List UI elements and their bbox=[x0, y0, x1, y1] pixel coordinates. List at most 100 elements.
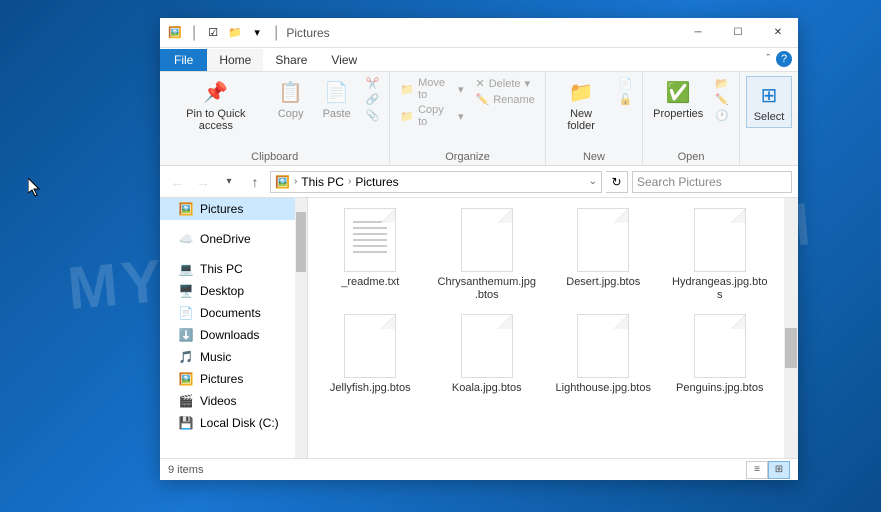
select-button[interactable]: ⊞ Select bbox=[746, 76, 792, 128]
pin-button[interactable]: 📌 Pin to Quick access bbox=[166, 76, 266, 134]
easy-access-button[interactable]: 🔓 bbox=[614, 92, 636, 107]
file-item[interactable]: Chrysanthemum.jpg.btos bbox=[433, 208, 542, 302]
recent-dropdown[interactable]: ▾ bbox=[218, 171, 240, 193]
forward-button[interactable]: → bbox=[192, 171, 214, 193]
delete-button[interactable]: ✕ Delete ▾ bbox=[472, 76, 539, 91]
up-button[interactable]: ↑ bbox=[244, 171, 266, 193]
nav-item[interactable]: 🖼️ Pictures bbox=[160, 198, 307, 220]
search-placeholder: Search Pictures bbox=[637, 175, 722, 189]
properties-button[interactable]: ✅ Properties bbox=[649, 76, 707, 122]
file-item[interactable]: _readme.txt bbox=[316, 208, 425, 302]
cut-button[interactable]: ✂️ bbox=[362, 76, 384, 91]
new-folder-icon: 📁 bbox=[565, 78, 597, 106]
copyto-icon: 📁 bbox=[400, 110, 414, 123]
file-name: Hydrangeas.jpg.btos bbox=[670, 276, 770, 302]
edit-icon: ✏️ bbox=[715, 93, 729, 106]
edit-button[interactable]: ✏️ bbox=[711, 92, 733, 107]
crumb-sep-icon: › bbox=[348, 176, 351, 187]
nav-item[interactable]: 💾 Local Disk (C:) bbox=[160, 412, 307, 434]
paste-label: Paste bbox=[323, 108, 351, 120]
file-icon bbox=[344, 314, 396, 378]
collapse-ribbon-icon[interactable]: ˆ bbox=[766, 53, 770, 65]
copy-path-button[interactable]: 🔗 bbox=[362, 92, 384, 107]
copy-button[interactable]: 📋 Copy bbox=[270, 76, 312, 122]
close-button[interactable]: ✕ bbox=[758, 18, 798, 48]
maximize-button[interactable]: ☐ bbox=[718, 18, 758, 48]
address-dropdown-icon[interactable]: ⌄ bbox=[589, 176, 597, 187]
nav-item[interactable]: 🎬Videos bbox=[160, 390, 307, 412]
delete-icon: ✕ bbox=[476, 77, 485, 90]
search-input[interactable]: Search Pictures bbox=[632, 171, 792, 193]
open-group-label: Open bbox=[649, 149, 733, 163]
paste-shortcut-button[interactable]: 📎 bbox=[362, 108, 384, 123]
file-name: Chrysanthemum.jpg.btos bbox=[437, 276, 537, 302]
copyto-button[interactable]: 📁 Copy to ▾ bbox=[396, 103, 467, 129]
ribbon-group-select: ⊞ Select bbox=[740, 72, 798, 165]
select-icon: ⊞ bbox=[753, 81, 785, 109]
file-name: Koala.jpg.btos bbox=[452, 382, 522, 395]
rename-label: Rename bbox=[493, 94, 535, 106]
ribbon: 📌 Pin to Quick access 📋 Copy 📄 Paste ✂️ … bbox=[160, 72, 798, 166]
help-icon[interactable]: ? bbox=[776, 51, 792, 67]
qat-dropdown-icon[interactable]: ▾ bbox=[248, 24, 266, 42]
tab-home[interactable]: Home bbox=[207, 49, 263, 71]
back-button[interactable]: ← bbox=[166, 171, 188, 193]
file-item[interactable]: Koala.jpg.btos bbox=[433, 314, 542, 395]
nav-item[interactable]: ⬇️Downloads bbox=[160, 324, 307, 346]
nav-item[interactable]: 🖼️Pictures bbox=[160, 368, 307, 390]
history-button[interactable]: 🕐 bbox=[711, 108, 733, 123]
file-item[interactable]: Penguins.jpg.btos bbox=[666, 314, 775, 395]
nav-item-label: Documents bbox=[200, 306, 261, 320]
properties-qat-icon[interactable]: ☑ bbox=[204, 24, 222, 42]
nav-item-icon: 💾 bbox=[178, 415, 194, 431]
file-scrollbar[interactable] bbox=[784, 198, 798, 458]
file-item[interactable]: Lighthouse.jpg.btos bbox=[549, 314, 658, 395]
moveto-button[interactable]: 📁 Move to ▾ bbox=[396, 76, 467, 102]
new-folder-button[interactable]: 📁 New folder bbox=[552, 76, 611, 134]
file-item[interactable]: Jellyfish.jpg.btos bbox=[316, 314, 425, 395]
nav-item[interactable]: 📄Documents bbox=[160, 302, 307, 324]
file-item[interactable]: Hydrangeas.jpg.btos bbox=[666, 208, 775, 302]
file-scrollbar-thumb[interactable] bbox=[785, 328, 797, 368]
details-view-button[interactable]: ≡ bbox=[746, 461, 768, 479]
open-button[interactable]: 📂 bbox=[711, 76, 733, 91]
ribbon-group-open: ✅ Properties 📂 ✏️ 🕐 Open bbox=[643, 72, 740, 165]
nav-item-label: Local Disk (C:) bbox=[200, 416, 279, 430]
folder-qat-icon[interactable]: 📁 bbox=[226, 24, 244, 42]
file-name: Lighthouse.jpg.btos bbox=[556, 382, 651, 395]
nav-item[interactable]: 🖥️Desktop bbox=[160, 280, 307, 302]
nav-item[interactable]: ☁️OneDrive bbox=[160, 228, 307, 250]
refresh-button[interactable]: ↻ bbox=[606, 171, 628, 193]
file-item[interactable]: Desert.jpg.btos bbox=[549, 208, 658, 302]
nav-item[interactable]: 🎵Music bbox=[160, 346, 307, 368]
copyto-label: Copy to bbox=[418, 104, 454, 128]
paste-button[interactable]: 📄 Paste bbox=[316, 76, 358, 122]
navigation-pane: 🖼️ Pictures ☁️OneDrive 💻This PC🖥️Desktop📄Do… bbox=[160, 198, 308, 458]
tab-file[interactable]: File bbox=[160, 49, 207, 71]
rename-button[interactable]: ✏️ Rename bbox=[472, 92, 539, 107]
nav-item-label: Pictures bbox=[200, 202, 243, 216]
breadcrumb-pictures[interactable]: Pictures bbox=[355, 175, 398, 189]
quick-access-toolbar: 🖼️ | ☑ 📁 ▾ | Pictures bbox=[160, 24, 336, 42]
tab-view[interactable]: View bbox=[319, 49, 369, 71]
icons-view-button[interactable]: ⊞ bbox=[768, 461, 790, 479]
new-item-button[interactable]: 📄 bbox=[614, 76, 636, 91]
tab-share[interactable]: Share bbox=[263, 49, 319, 71]
nav-item-icon: 🖥️ bbox=[178, 283, 194, 299]
open-icon: 📂 bbox=[715, 77, 729, 90]
select-label: Select bbox=[754, 111, 785, 123]
qat-separator: | bbox=[192, 24, 196, 42]
ribbon-tabs: File Home Share View ˆ ? bbox=[160, 48, 798, 72]
nav-item[interactable]: 💻This PC bbox=[160, 258, 307, 280]
nav-scrollbar-thumb[interactable] bbox=[296, 212, 306, 272]
address-box[interactable]: 🖼️ › This PC › Pictures ⌄ bbox=[270, 171, 602, 193]
minimize-button[interactable]: ─ bbox=[678, 18, 718, 48]
new-folder-label: New folder bbox=[556, 108, 607, 132]
properties-icon: ✅ bbox=[662, 78, 694, 106]
breadcrumb-thispc[interactable]: This PC bbox=[301, 175, 344, 189]
nav-item-icon: 🖼️ bbox=[178, 201, 194, 217]
nav-scrollbar[interactable] bbox=[295, 198, 307, 458]
crumb-sep-icon: › bbox=[294, 176, 297, 187]
nav-item-label: This PC bbox=[200, 262, 243, 276]
paste-shortcut-icon: 📎 bbox=[366, 109, 380, 122]
